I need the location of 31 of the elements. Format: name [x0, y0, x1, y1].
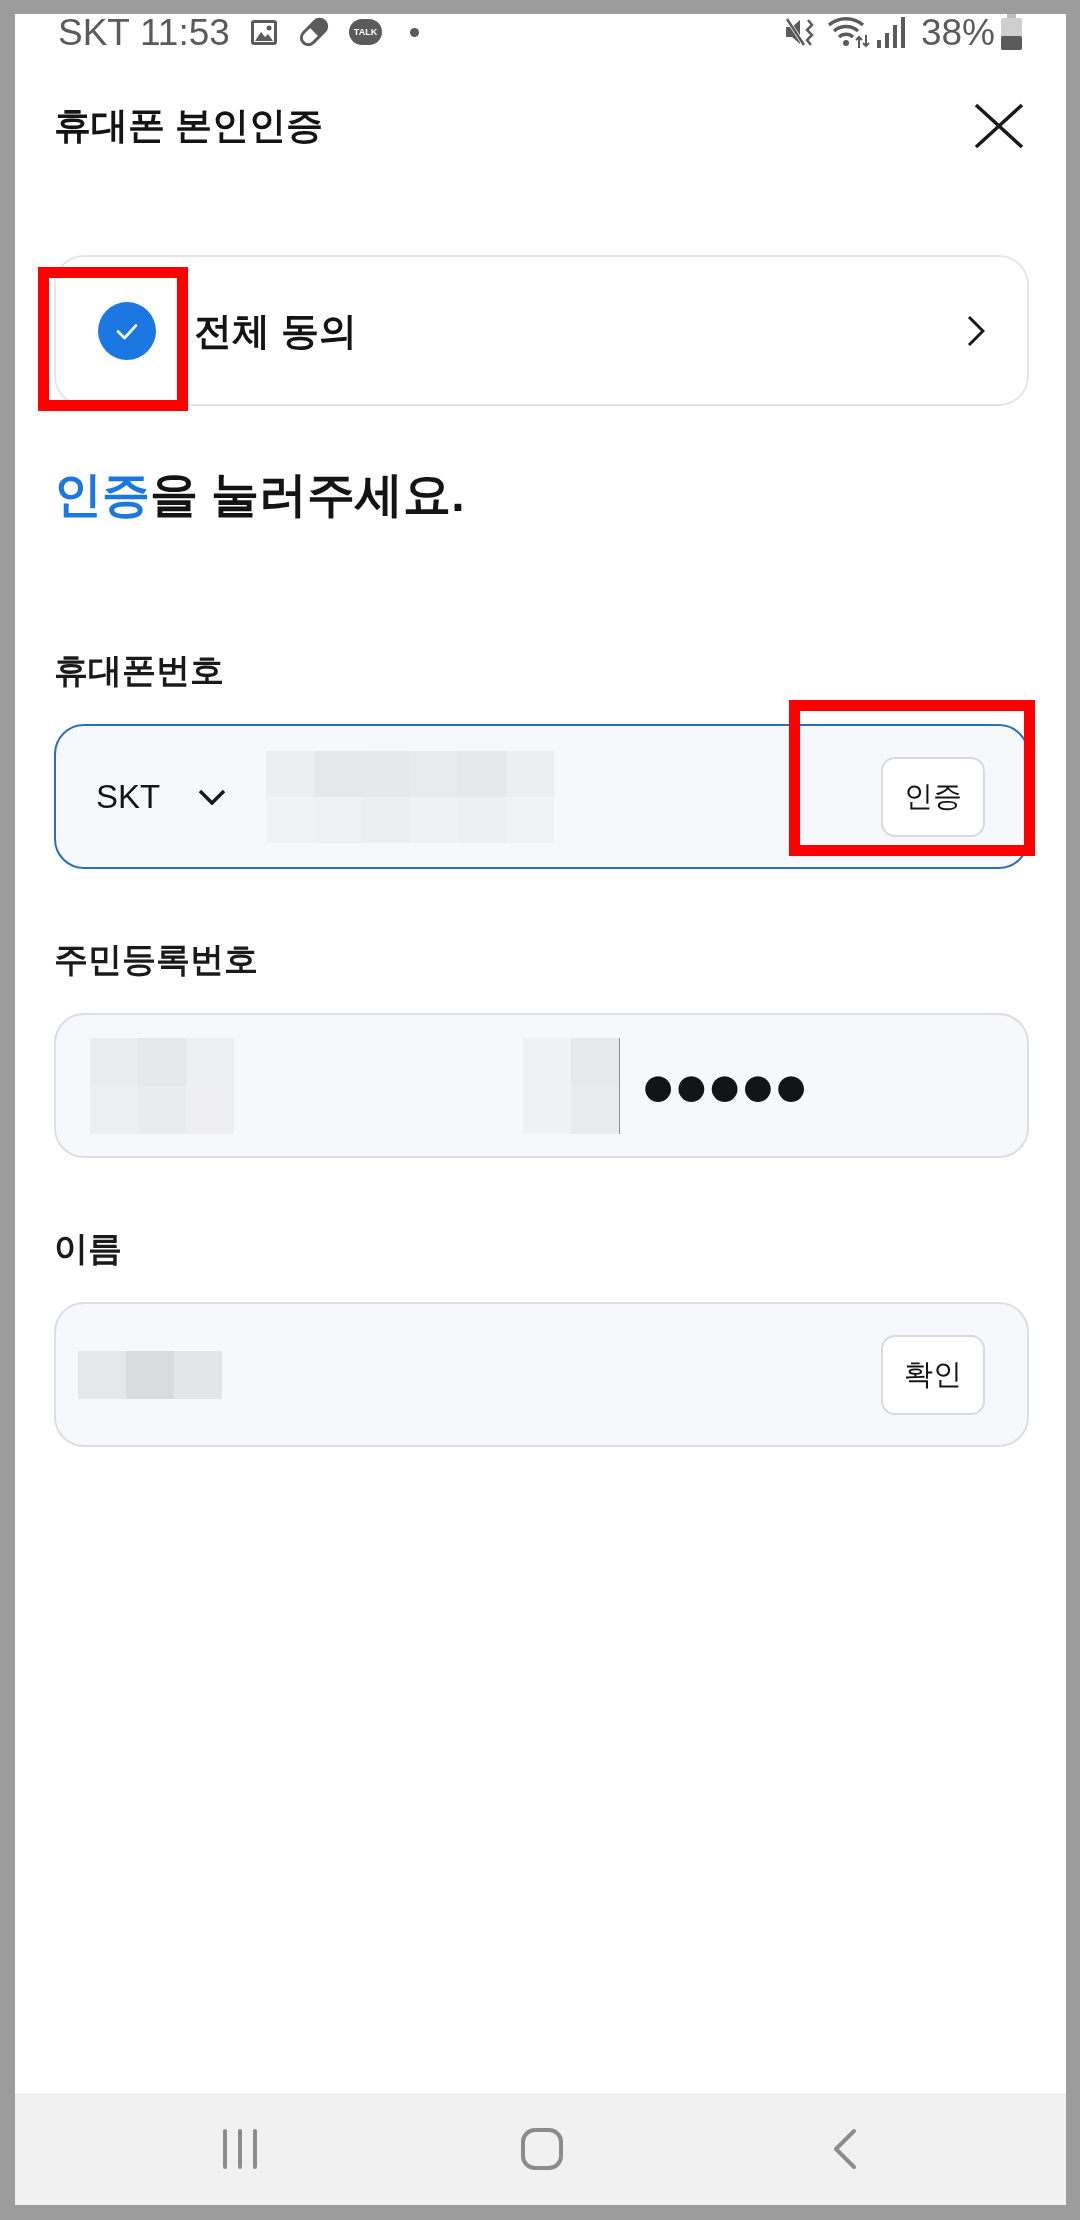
image-icon [249, 18, 278, 46]
field-label: 주민등록번호 [54, 939, 258, 980]
close-button[interactable] [973, 102, 1025, 150]
chevron-down-icon [198, 788, 227, 805]
battery-icon [1001, 14, 1022, 50]
chevron-right-icon [967, 314, 985, 347]
carrier-name: SKT [58, 13, 130, 51]
input-field[interactable]: ●●●●● [54, 1013, 1029, 1158]
clock-time: 11:53 [139, 13, 230, 51]
recent-apps-button[interactable] [222, 2128, 258, 2170]
wifi-icon [825, 15, 871, 49]
carrier-select[interactable]: SKT [96, 774, 227, 819]
close-icon [974, 103, 1024, 149]
notification-dot-icon [410, 27, 420, 37]
back-icon [832, 2128, 857, 2170]
home-icon [521, 2128, 563, 2170]
chat-app-indicator: TALK [348, 19, 383, 45]
field-label: 이름 [54, 1228, 122, 1269]
signal-icon [875, 16, 907, 48]
confirm-button[interactable]: 확인 [881, 1334, 985, 1415]
agree-all-button[interactable]: 전체 동의 [54, 255, 1029, 406]
instruction-heading: 인증을 눌러주세요. [54, 467, 465, 523]
page-title: 휴대폰 본인인증 [54, 104, 324, 148]
recent-apps-icon [222, 2128, 258, 2170]
field-label: 휴대폰번호 [54, 650, 224, 691]
input-field[interactable]: 확인 [54, 1302, 1029, 1447]
battery-percentage: 38% [920, 13, 995, 51]
back-button[interactable] [832, 2128, 857, 2170]
verify-button[interactable]: 인증 [881, 756, 985, 837]
masked-digits: ●●●●● [640, 1055, 807, 1116]
home-button[interactable] [521, 2128, 563, 2170]
